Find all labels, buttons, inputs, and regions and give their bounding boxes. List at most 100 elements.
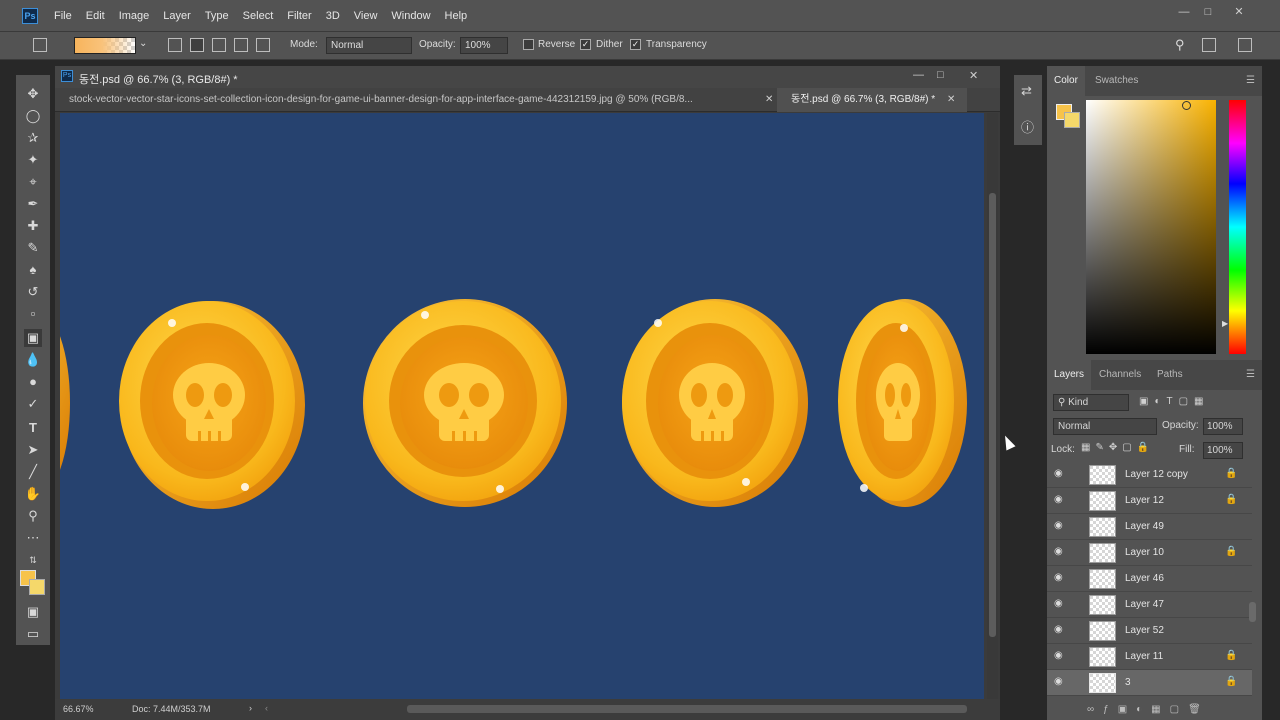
status-menu-arrow-icon[interactable]: ›	[249, 703, 252, 713]
brush-tool-icon[interactable]: ✎	[24, 239, 42, 257]
eye-icon[interactable]: ◉	[1054, 676, 1066, 688]
blend-mode-select[interactable]: Normal	[1053, 418, 1157, 435]
quick-mask-icon[interactable]: ▣	[24, 603, 42, 621]
eye-icon[interactable]: ◉	[1054, 572, 1066, 584]
lock-options-icons[interactable]: ▦✎✥▢🔒	[1081, 442, 1167, 456]
healing-brush-tool-icon[interactable]: ✚	[24, 217, 42, 235]
fill-input[interactable]: 100%	[1203, 442, 1243, 459]
document-title-bar[interactable]: Ps 동전.psd @ 66.7% (3, RGB/8#) * — □ ✕	[55, 66, 1000, 88]
menu-edit[interactable]: Edit	[79, 0, 112, 32]
transparency-checkbox[interactable]: ✓	[630, 39, 641, 50]
menu-image[interactable]: Image	[112, 0, 157, 32]
zoom-level[interactable]: 66.67%	[63, 704, 94, 714]
layer-filter-select[interactable]: ⚲ Kind	[1053, 394, 1129, 411]
gradient-dropdown-chevron-icon[interactable]: ⌄	[139, 38, 147, 49]
scroll-left-icon[interactable]: ‹	[265, 703, 268, 713]
tab-coin-psd[interactable]: 동전.psd @ 66.7% (3, RGB/8#) *	[777, 88, 967, 112]
angle-gradient-icon[interactable]	[212, 38, 226, 52]
opacity-input[interactable]: 100%	[460, 37, 508, 54]
layer-row[interactable]: ◉ Layer 10 🔒	[1047, 540, 1252, 566]
lasso-tool-icon[interactable]: ✰	[24, 129, 42, 147]
panel-menu-icon[interactable]: ☰	[1246, 360, 1255, 390]
layer-row[interactable]: ◉ Layer 46	[1047, 566, 1252, 592]
horizontal-scroll-thumb[interactable]	[407, 705, 967, 713]
history-panel-icon[interactable]: ⇄	[1021, 83, 1032, 99]
doc-close-icon[interactable]: ✕	[969, 69, 978, 82]
vertical-scroll-thumb[interactable]	[989, 193, 996, 637]
reverse-checkbox[interactable]	[523, 39, 534, 50]
eye-icon[interactable]: ◉	[1054, 624, 1066, 636]
swap-colors-icon[interactable]: ⇅	[24, 551, 42, 569]
background-color-swatch[interactable]	[29, 579, 45, 595]
line-tool-icon[interactable]: ╱	[24, 463, 42, 481]
menu-3d[interactable]: 3D	[319, 0, 347, 32]
more-tools-icon[interactable]: ⋯	[24, 529, 42, 547]
zoom-tool-icon[interactable]: ⚲	[24, 507, 42, 525]
gradient-tool-icon[interactable]: ▣	[24, 329, 42, 347]
type-tool-icon[interactable]: T	[24, 419, 42, 437]
mode-select[interactable]: Normal	[326, 37, 412, 54]
clone-stamp-tool-icon[interactable]: ♠	[24, 261, 42, 279]
layer-row[interactable]: ◉ Layer 12 🔒	[1047, 488, 1252, 514]
screen-mode-icon[interactable]: ▭	[24, 625, 42, 643]
eye-icon[interactable]: ◉	[1054, 546, 1066, 558]
tab-channels[interactable]: Channels	[1099, 360, 1141, 390]
layers-footer-icons[interactable]: ∞ƒ▣◐▦▢🗑	[1087, 704, 1257, 718]
doc-minimize-icon[interactable]: —	[913, 69, 924, 81]
color-panel-background-swatch[interactable]	[1064, 112, 1080, 128]
marquee-tool-icon[interactable]: ◯	[24, 107, 42, 125]
layer-row[interactable]: ◉ Layer 47	[1047, 592, 1252, 618]
dodge-tool-icon[interactable]: ●	[24, 373, 42, 391]
tab-swatches[interactable]: Swatches	[1095, 66, 1138, 96]
layer-filter-icons[interactable]: ▣◐T▢▦	[1139, 396, 1249, 410]
info-panel-icon[interactable]: ⓘ	[1021, 117, 1034, 136]
layer-row[interactable]: ◉ Layer 12 copy 🔒	[1047, 462, 1252, 488]
layer-row[interactable]: ◉ Layer 52	[1047, 618, 1252, 644]
gradient-preview[interactable]	[74, 37, 136, 54]
layer-row-selected[interactable]: ◉ 3 🔒	[1047, 670, 1252, 696]
hue-slider[interactable]	[1229, 100, 1246, 354]
minimize-icon[interactable]: —	[1175, 4, 1193, 20]
eye-icon[interactable]: ◉	[1054, 468, 1066, 480]
history-brush-tool-icon[interactable]: ↺	[24, 283, 42, 301]
share-icon[interactable]	[1238, 38, 1252, 52]
canvas[interactable]	[60, 113, 984, 699]
search-icon[interactable]: ⚲	[1175, 37, 1185, 53]
layer-row[interactable]: ◉ Layer 11 🔒	[1047, 644, 1252, 670]
menu-select[interactable]: Select	[236, 0, 281, 32]
tab-layers[interactable]: Layers	[1047, 360, 1092, 390]
tab-color[interactable]: Color	[1047, 66, 1085, 96]
layer-opacity-input[interactable]: 100%	[1203, 418, 1243, 435]
path-selection-tool-icon[interactable]: ➤	[24, 441, 42, 459]
menu-type[interactable]: Type	[198, 0, 236, 32]
menu-view[interactable]: View	[347, 0, 385, 32]
doc-restore-icon[interactable]: □	[937, 69, 944, 81]
blur-tool-icon[interactable]: 💧	[24, 351, 42, 369]
eyedropper-tool-icon[interactable]: ✒	[24, 195, 42, 213]
menu-help[interactable]: Help	[438, 0, 475, 32]
gradient-tool-preset-icon[interactable]	[33, 38, 47, 52]
move-tool-icon[interactable]: ✥	[24, 85, 42, 103]
dither-checkbox[interactable]: ✓	[580, 39, 591, 50]
eraser-tool-icon[interactable]: ▫	[24, 305, 42, 323]
pen-tool-icon[interactable]: ✓	[24, 395, 42, 413]
menu-layer[interactable]: Layer	[156, 0, 198, 32]
menu-filter[interactable]: Filter	[280, 0, 318, 32]
tab-close-icon[interactable]: ✕	[947, 94, 955, 105]
eye-icon[interactable]: ◉	[1054, 520, 1066, 532]
color-picker-marker[interactable]	[1182, 101, 1191, 110]
hand-tool-icon[interactable]: ✋	[24, 485, 42, 503]
close-icon[interactable]: ✕	[1230, 4, 1248, 20]
restore-icon[interactable]: □	[1199, 4, 1217, 20]
menu-file[interactable]: File	[47, 0, 79, 32]
hue-slider-handle-icon[interactable]: ▶	[1222, 319, 1228, 328]
eye-icon[interactable]: ◉	[1054, 650, 1066, 662]
diamond-gradient-icon[interactable]	[256, 38, 270, 52]
eye-icon[interactable]: ◉	[1054, 598, 1066, 610]
layer-row[interactable]: ◉ Layer 49	[1047, 514, 1252, 540]
magic-wand-tool-icon[interactable]: ✦	[24, 151, 42, 169]
layers-scroll-thumb[interactable]	[1249, 602, 1256, 622]
crop-tool-icon[interactable]: ⌖	[24, 173, 42, 191]
color-picker-field[interactable]	[1086, 100, 1216, 354]
tab-stock-vector[interactable]: stock-vector-vector-star-icons-set-colle…	[55, 88, 779, 112]
